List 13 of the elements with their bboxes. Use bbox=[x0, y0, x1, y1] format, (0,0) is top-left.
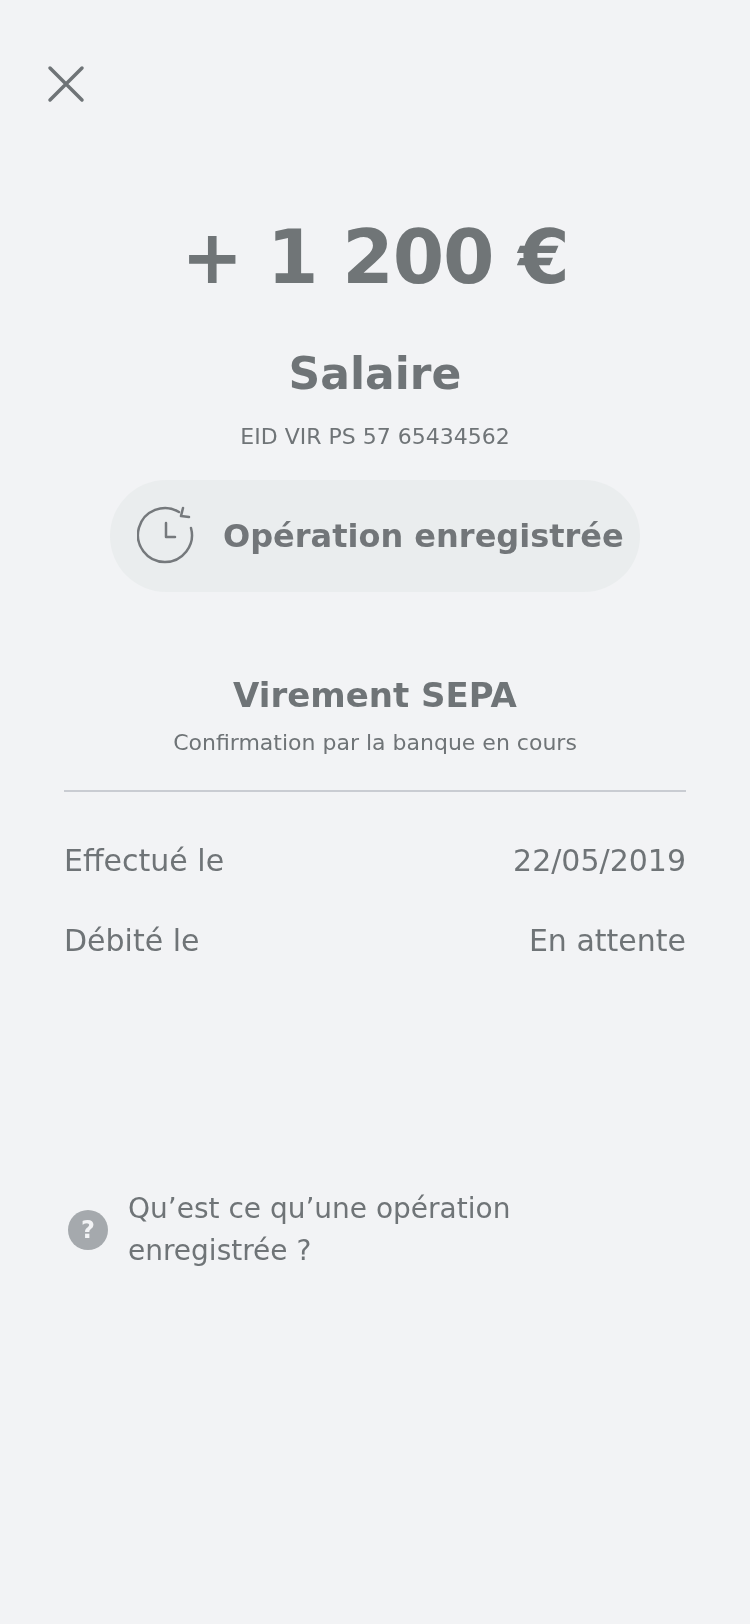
amount-text: + 1 200 € bbox=[181, 220, 569, 294]
detail-label: Effectué le bbox=[64, 842, 225, 878]
transfer-type: Virement SEPA bbox=[233, 678, 517, 712]
transfer-subtitle: Confirmation par la banque en cours bbox=[173, 732, 577, 754]
detail-value: En attente bbox=[528, 922, 686, 958]
help-link[interactable]: Qu’est ce qu’une opération enregistrée ? bbox=[128, 1188, 548, 1272]
transaction-title: Salaire bbox=[288, 352, 462, 396]
close-button[interactable] bbox=[46, 64, 86, 104]
help-icon: ? bbox=[68, 1210, 108, 1250]
reference-text: EID VIR PS 57 65434562 bbox=[240, 426, 510, 448]
status-label: Opération enregistrée bbox=[223, 517, 624, 555]
detail-label: Débité le bbox=[64, 922, 200, 958]
detail-value: 22/05/2019 bbox=[513, 842, 686, 878]
